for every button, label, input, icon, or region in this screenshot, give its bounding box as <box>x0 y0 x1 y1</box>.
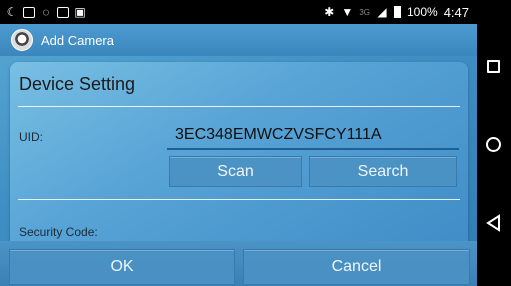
clock: 4:47 <box>443 4 469 20</box>
network-type: 3G <box>359 7 370 17</box>
scan-button[interactable]: Scan <box>169 156 302 187</box>
battery-icon <box>393 6 401 18</box>
card-title: Device Setting <box>19 74 136 94</box>
sim-icon: ▣ <box>74 5 86 19</box>
app-title-bar: Add Camera <box>0 24 477 56</box>
gmail-icon <box>23 6 35 18</box>
divider <box>18 106 460 107</box>
battery-percent: 100% <box>406 5 438 19</box>
uid-label: UID: <box>19 130 43 144</box>
action-bar: OK Cancel <box>0 241 477 286</box>
app-title: Add Camera <box>41 32 114 48</box>
moon-icon: ☾ <box>6 5 18 19</box>
bluetooth-icon: ✱ <box>324 5 335 19</box>
whatsapp-icon: ◌ <box>42 5 50 19</box>
cancel-button[interactable]: Cancel <box>243 249 470 285</box>
device-setting-card: Device Setting UID: 3EC348EMWCZVSFCY111A… <box>10 62 468 262</box>
image-icon <box>57 6 69 18</box>
uid-input-underline <box>167 148 459 150</box>
uid-input[interactable]: 3EC348EMWCZVSFCY111A <box>175 126 382 144</box>
android-nav-bar <box>477 0 511 286</box>
wifi-icon: ▼ <box>341 5 354 19</box>
home-icon[interactable] <box>485 136 503 154</box>
security-code-label: Security Code: <box>19 225 98 239</box>
signal-icon: ◢ <box>377 5 387 19</box>
ok-button[interactable]: OK <box>9 249 235 285</box>
status-bar: ☾ ◌ ▣ ✱ ▼ 3G ◢ 100% 4:47 <box>0 0 477 24</box>
back-icon[interactable] <box>485 214 503 232</box>
camera-app-icon <box>11 29 33 51</box>
app-screen: ☾ ◌ ▣ ✱ ▼ 3G ◢ 100% 4:47 Add Camera Devi… <box>0 0 477 286</box>
recent-apps-icon[interactable] <box>485 58 503 76</box>
divider <box>18 199 460 200</box>
search-button[interactable]: Search <box>309 156 457 187</box>
